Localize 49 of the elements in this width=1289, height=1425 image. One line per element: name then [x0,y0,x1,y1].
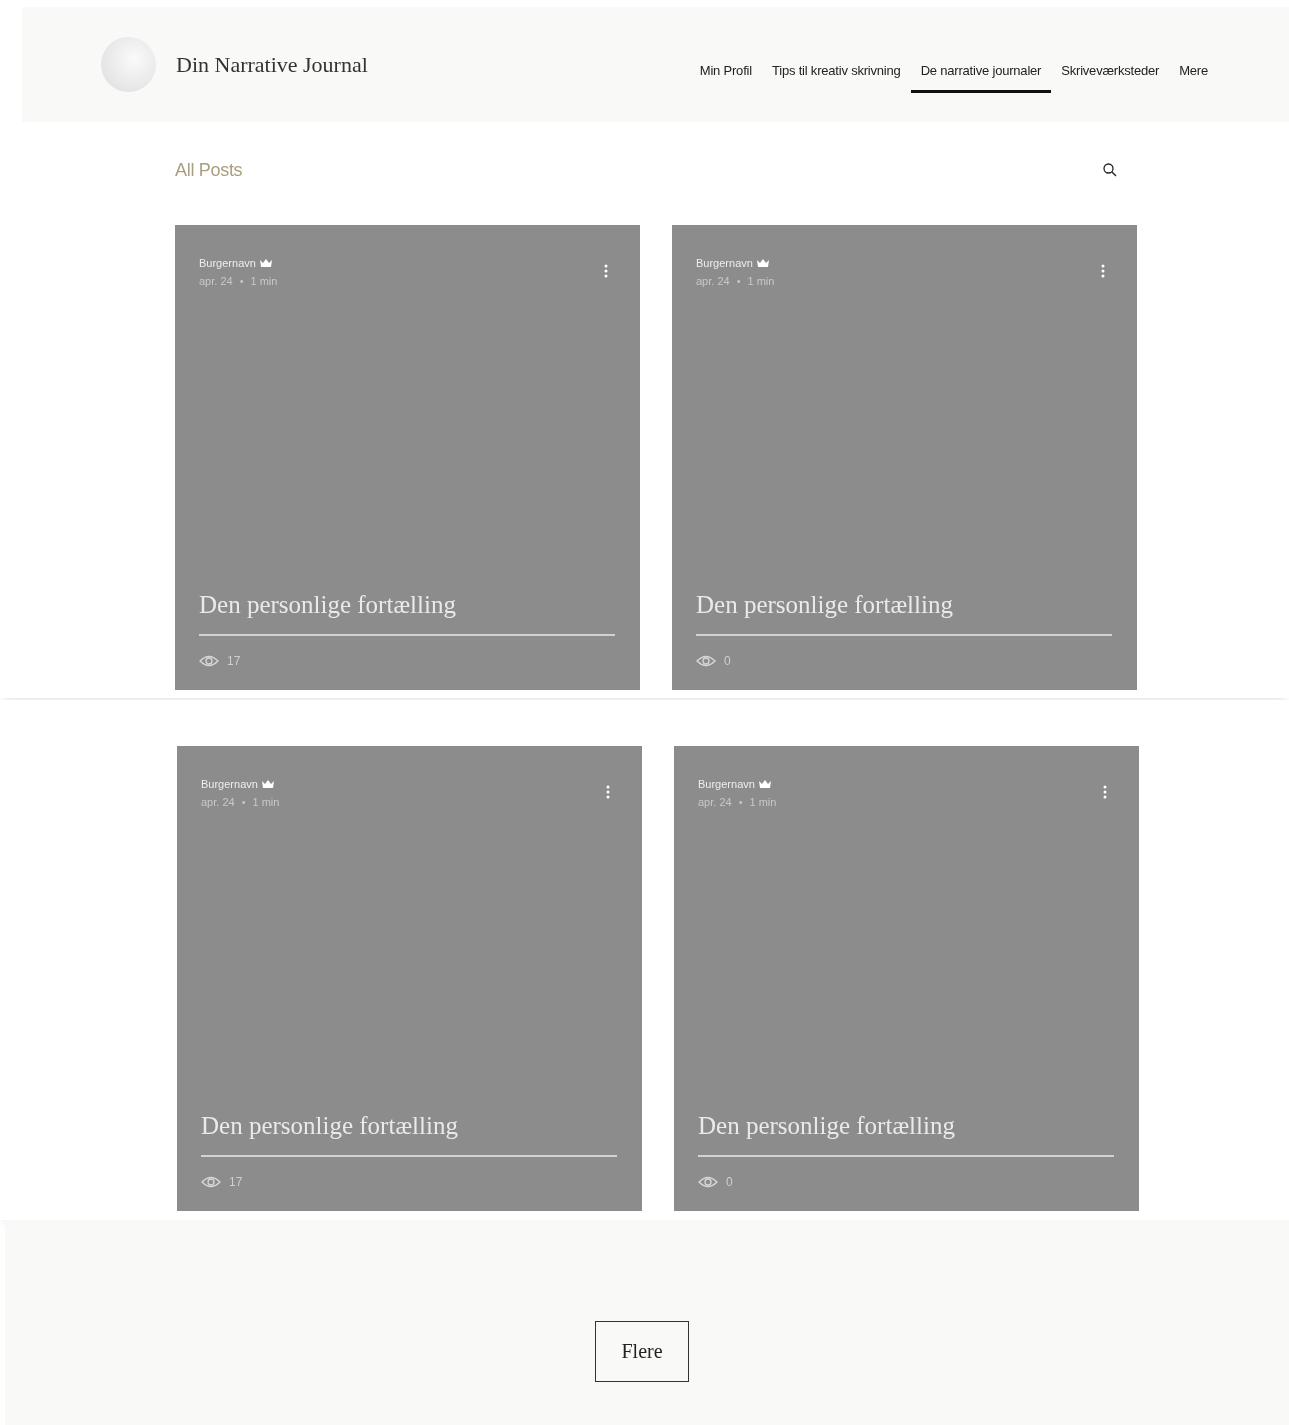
view-count: 17 [229,1175,243,1189]
views-icon [199,655,219,667]
views-icon [696,655,716,667]
views-icon [698,1176,718,1188]
view-count: 17 [227,654,241,668]
nav-link[interactable]: Tips til kreativ skrivning [761,52,911,93]
more-options-icon[interactable] [606,785,610,799]
author-name[interactable]: Burgernavn [696,254,753,272]
more-options-icon[interactable] [1101,264,1105,278]
post-date: apr. 24 [696,274,730,289]
crown-icon [259,258,272,268]
nav-link[interactable]: De narrative journaler [910,52,1052,93]
post-date: apr. 24 [698,795,732,810]
separator-dot: • [738,795,743,810]
load-more-button[interactable]: Flere [595,1321,689,1382]
post-title[interactable]: Den personlige fortælling [199,591,615,636]
post-date: apr. 24 [201,795,235,810]
site-title[interactable]: Din Narrative Journal [176,51,368,78]
all-posts-link[interactable]: All Posts [175,159,243,181]
separator-dot: • [736,274,741,289]
author-name[interactable]: Burgernavn [201,775,258,793]
post-card[interactable]: Burgernavn apr. 24 • 1 min Den personlige fortælling 0 [674,746,1139,1211]
read-time: 1 min [252,795,280,810]
nav-link[interactable]: Skriveværksteder [1051,52,1170,93]
views-icon [201,1176,221,1188]
post-title[interactable]: Den personlige fortælling [698,1112,1114,1157]
post-card[interactable]: Burgernavn apr. 24 • 1 min Den personlige fortælling 17 [177,746,642,1211]
more-options-icon[interactable] [1103,785,1107,799]
separator-dot: • [241,795,246,810]
crown-icon [758,779,771,789]
crown-icon [261,779,274,789]
nav-link[interactable]: Min Profil [689,52,762,93]
view-count: 0 [724,654,731,668]
read-time: 1 min [250,274,278,289]
crown-icon [756,258,769,268]
post-title[interactable]: Den personlige fortælling [696,591,1112,636]
read-time: 1 min [747,274,775,289]
post-card[interactable]: Burgernavn apr. 24 • 1 min Den personlige fortælling 17 [175,225,640,690]
search-icon[interactable] [1103,163,1117,177]
read-time: 1 min [749,795,777,810]
author-name[interactable]: Burgernavn [199,254,256,272]
separator-dot: • [239,274,244,289]
post-title[interactable]: Den personlige fortælling [201,1112,617,1157]
view-count: 0 [726,1175,733,1189]
author-name[interactable]: Burgernavn [698,775,755,793]
more-options-icon[interactable] [604,264,608,278]
nav-link[interactable]: Mere [1169,52,1218,93]
post-card[interactable]: Burgernavn apr. 24 • 1 min Den personlige fortælling 0 [672,225,1137,690]
post-date: apr. 24 [199,274,233,289]
